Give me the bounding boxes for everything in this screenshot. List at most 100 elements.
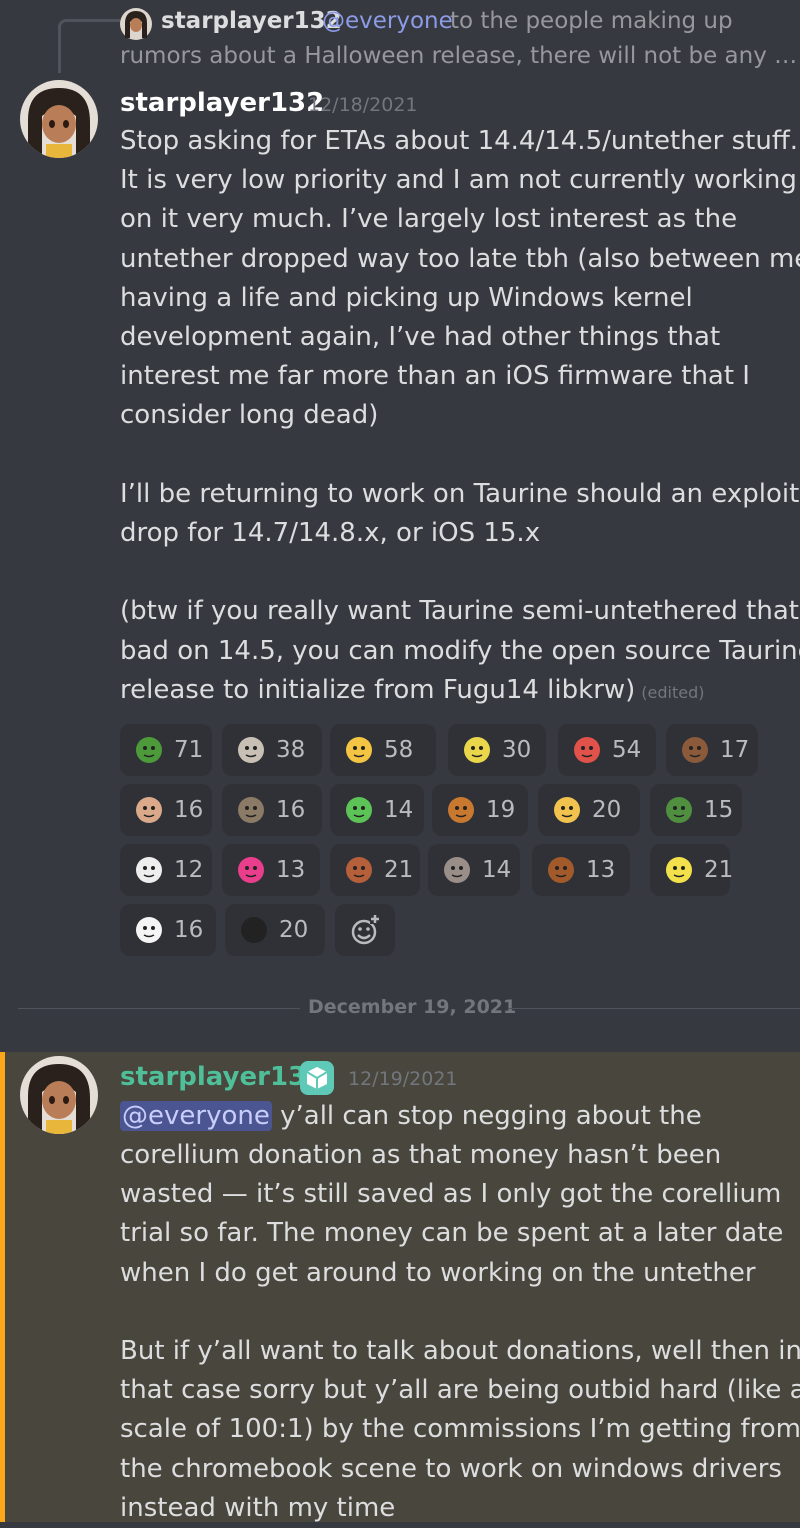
dark-blob-icon: [239, 915, 269, 945]
reaction-button[interactable]: 12: [120, 844, 212, 896]
message-line: scale of 100:1) by the commissions I’m g…: [120, 1414, 800, 1445]
true-true-icon: [546, 855, 576, 885]
white-cat-icon: [134, 855, 164, 885]
pacman-face-icon: [462, 735, 492, 765]
message-line: untether dropped way too late tbh (also …: [120, 243, 800, 274]
crying-cat-icon: [344, 735, 374, 765]
reaction-count: 17: [720, 737, 750, 763]
reaction-button[interactable]: 20: [225, 904, 325, 956]
message-line: corellium donation as that money hasn’t …: [120, 1140, 722, 1170]
message-line: the chromebook scene to work on windows …: [120, 1453, 782, 1484]
reaction-button[interactable]: 14: [330, 784, 424, 836]
message-line: @everyone y’all can stop negging about t…: [120, 1097, 702, 1136]
reply-username[interactable]: starplayer132: [161, 8, 342, 34]
avatar[interactable]: [20, 1056, 98, 1134]
message-line: having a life and picking up Windows ker…: [120, 282, 693, 313]
reaction-button[interactable]: 20: [538, 784, 640, 836]
message-line: consider long dead): [120, 400, 379, 431]
reaction-button[interactable]: 71: [120, 724, 212, 776]
mention-everyone[interactable]: @everyone: [120, 1101, 272, 1131]
reaction-button[interactable]: 17: [666, 724, 758, 776]
reaction-button[interactable]: 16: [120, 904, 216, 956]
reaction-count: 21: [704, 857, 734, 883]
role-badge-icon: [300, 1061, 334, 1095]
message-line: trial so far. The money can be spent at …: [120, 1218, 784, 1249]
timestamp: 12/19/2021: [348, 1068, 458, 1090]
reaction-count: 20: [279, 917, 309, 943]
date-divider: December 19, 2021: [308, 996, 517, 1018]
reaction-count: 16: [174, 797, 204, 823]
message-line: drop for 14.7/14.8.x, or iOS 15.x: [120, 518, 541, 548]
yellow-pacman-icon: [664, 855, 694, 885]
reaction-count: 58: [384, 737, 414, 763]
sparkle-icon: [236, 855, 266, 885]
date-divider-left: [18, 1008, 300, 1009]
reaction-button[interactable]: 30: [448, 724, 546, 776]
message-line: wasted — it’s still saved as I only got …: [120, 1179, 782, 1210]
reaction-button[interactable]: 19: [432, 784, 528, 836]
message-line: It is very low priority and I am not cur…: [120, 165, 797, 196]
message-line: bad on 14.5, you can modify the open sou…: [120, 635, 800, 666]
reaction-count: 21: [384, 857, 414, 883]
username[interactable]: starplayer132: [120, 1062, 324, 1092]
reply-connector: [58, 19, 120, 73]
reaction-button[interactable]: 58: [330, 724, 436, 776]
reaction-button[interactable]: 54: [558, 724, 656, 776]
noice-icon: [442, 855, 472, 885]
reply-text-line1[interactable]: to the people making up: [450, 8, 733, 34]
pepe-icon: [134, 735, 164, 765]
username[interactable]: starplayer132: [120, 88, 324, 118]
bald-man-icon: [134, 795, 164, 825]
reaction-button[interactable]: 14: [428, 844, 520, 896]
message-line: development again, I’ve had other things…: [120, 322, 721, 352]
screaming-man-icon: [344, 855, 374, 885]
troll-face-icon: [134, 915, 164, 945]
pepe-hat-icon: [664, 795, 694, 825]
reaction-button[interactable]: 38: [222, 724, 322, 776]
reaction-count: 71: [174, 737, 204, 763]
green-blob-icon: [344, 795, 374, 825]
reaction-count: 20: [592, 797, 622, 823]
reply-mention[interactable]: @everyone: [322, 8, 453, 34]
dog-icon: [446, 795, 476, 825]
timestamp: 12/18/2021: [308, 94, 418, 116]
reaction-count: 14: [384, 797, 414, 823]
reaction-button[interactable]: 13: [222, 844, 320, 896]
reaction-count: 16: [174, 917, 204, 943]
message-line: on it very much. I’ve largely lost inter…: [120, 204, 738, 235]
reaction-button[interactable]: 16: [222, 784, 322, 836]
reaction-button[interactable]: 15: [650, 784, 742, 836]
reaction-button[interactable]: 21: [650, 844, 734, 896]
reaction-count: 54: [612, 737, 642, 763]
reaction-count: 14: [482, 857, 512, 883]
person-icon: [680, 735, 710, 765]
message-line: Stop asking for ETAs about 14.4/14.5/unt…: [120, 126, 799, 156]
message-line: when I do get around to working on the u…: [120, 1257, 756, 1288]
reaction-button[interactable]: 21: [330, 844, 420, 896]
cat-icon: [236, 735, 266, 765]
reaction-count: 15: [704, 797, 734, 823]
reaction-count: 16: [276, 797, 306, 823]
message-line: release to initialize from Fugu14 libkrw…: [120, 674, 705, 705]
reaction-button[interactable]: 13: [532, 844, 630, 896]
reaction-button[interactable]: 16: [120, 784, 212, 836]
reaction-count: 13: [276, 857, 306, 883]
reaction-count: 19: [486, 797, 516, 823]
weary-face-icon: [552, 795, 582, 825]
reaction-count: 30: [502, 737, 532, 763]
reaction-count: 12: [174, 857, 204, 883]
reply-avatar[interactable]: [120, 8, 152, 40]
message-line: But if y’all want to talk about donation…: [120, 1336, 800, 1366]
add-reaction-icon: [351, 914, 380, 945]
message-line: (btw if you really want Taurine semi-unt…: [120, 596, 799, 627]
add-reaction-button[interactable]: [335, 904, 395, 956]
message-line: I’ll be returning to work on Taurine sho…: [120, 478, 800, 509]
mention-highlight-bar: [0, 1052, 5, 1522]
date-divider-right: [508, 1008, 800, 1009]
avatar[interactable]: [20, 80, 98, 158]
message-line: that case sorry but y’all are being outb…: [120, 1375, 800, 1406]
reply-text-line2[interactable]: rumors about a Halloween release, there …: [120, 43, 797, 69]
angry-face-icon: [572, 735, 602, 765]
reaction-count: 38: [276, 737, 306, 763]
message-line: interest me far more than an iOS firmwar…: [120, 361, 750, 392]
